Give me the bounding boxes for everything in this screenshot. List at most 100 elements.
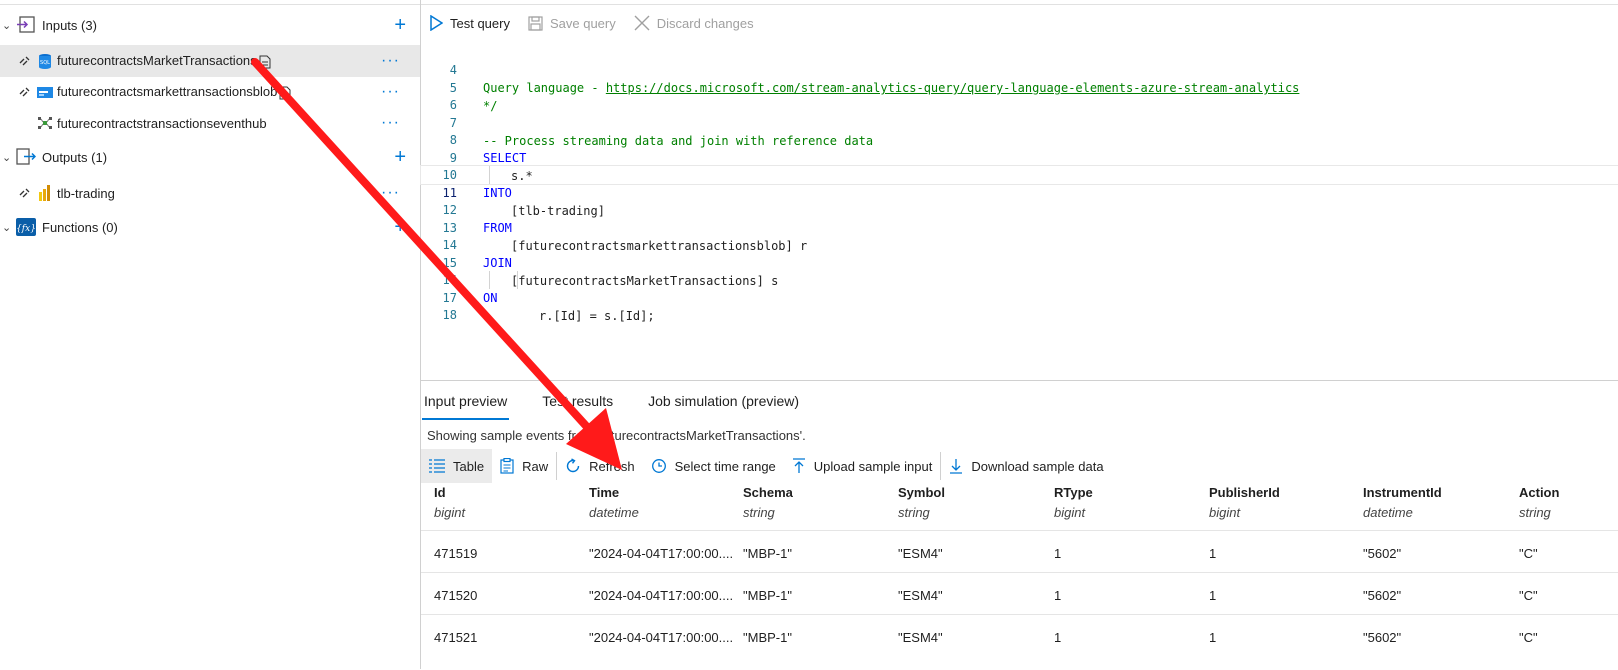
refresh-button[interactable]: Refresh [557, 449, 643, 483]
functions-group[interactable]: ⌄ {fx} Functions (0) + [0, 211, 420, 243]
column-header[interactable]: Symbol [898, 485, 945, 500]
power-bi-icon [39, 185, 50, 201]
table-row[interactable]: 471521 "2024-04-04T17:00:00.... "MBP-1" … [421, 614, 1618, 657]
table-header-row: Id bigint Time datetime Schema string Sy… [421, 485, 1618, 527]
code-line: 9 s.* [449, 151, 533, 183]
clock-icon [651, 459, 666, 473]
table-row[interactable]: 471520 "2024-04-04T17:00:00.... "MBP-1" … [421, 572, 1618, 615]
event-hub-icon [38, 117, 52, 129]
query-toolbar: Test query Save query Discard changes [421, 4, 1618, 41]
sample-events-caption: Showing sample events from 'futurecontra… [427, 428, 806, 443]
outputs-group[interactable]: ⌄ Outputs (1) + [0, 141, 420, 173]
functions-group-label: Functions (0) [42, 219, 118, 235]
save-icon [528, 15, 543, 31]
outputs-group-label: Outputs (1) [42, 149, 108, 165]
column-type: bigint [1054, 505, 1086, 520]
table-cell: "C" [1519, 546, 1538, 561]
file-icon [279, 86, 291, 100]
tab-input-preview[interactable]: Input preview [421, 385, 510, 420]
divider [0, 4, 420, 5]
link-icon [19, 188, 30, 198]
table-row[interactable]: 471519 "2024-04-04T17:00:00.... "MBP-1" … [421, 530, 1618, 573]
input-item-label: futurecontractsmarkettransactionsblob [57, 84, 291, 100]
link-icon [19, 56, 30, 66]
more-options-button[interactable]: ··· [381, 52, 400, 70]
indent-guide [489, 166, 490, 184]
table-cell: "5602" [1363, 546, 1402, 561]
column-type: string [898, 505, 930, 520]
add-function-button[interactable]: + [394, 217, 406, 237]
select-time-range-button[interactable]: Select time range [643, 449, 784, 483]
chevron-down-icon[interactable]: ⌄ [2, 151, 11, 164]
code-line: 10 INTO [442, 168, 512, 200]
column-header[interactable]: PublisherId [1209, 485, 1280, 500]
download-sample-data-button[interactable]: Download sample data [941, 449, 1111, 483]
table-cell: "2024-04-04T17:00:00.... [589, 630, 734, 645]
tab-test-results[interactable]: Test results [542, 385, 613, 417]
table-cell: "ESM4" [898, 588, 943, 603]
svg-text:{fx}: {fx} [16, 224, 36, 234]
table-cell: 1 [1209, 588, 1217, 603]
discard-changes-label: Discard changes [656, 15, 754, 31]
more-options-button[interactable]: ··· [381, 114, 400, 132]
chevron-down-icon[interactable]: ⌄ [2, 221, 11, 234]
results-tabs: Input preview Test results Job simulatio… [421, 381, 1618, 421]
code-line: 14 JOIN [442, 238, 512, 270]
more-options-button[interactable]: ··· [381, 83, 400, 101]
input-item[interactable]: SQL futurecontractsMarketTransactions ··… [0, 45, 420, 77]
indent-guide [517, 271, 518, 289]
table-cell: 1 [1209, 546, 1217, 561]
column-type: string [743, 505, 775, 520]
table-cell: "2024-04-04T17:00:00.... [589, 588, 734, 603]
discard-changes-button[interactable]: Discard changes [634, 15, 754, 31]
column-header[interactable]: Schema [743, 485, 793, 500]
table-cell: "C" [1519, 630, 1538, 645]
table-icon [429, 459, 445, 473]
add-input-button[interactable]: + [394, 15, 406, 35]
sql-database-icon: SQL [39, 54, 51, 69]
table-view-button[interactable]: Table [421, 449, 493, 483]
raw-view-button[interactable]: Raw [492, 449, 556, 483]
column-type: bigint [434, 505, 466, 520]
table-cell: "MBP-1" [743, 630, 792, 645]
code-line: 15 [futurecontractsMarketTransactions] s [442, 256, 779, 288]
table-cell: 1 [1054, 588, 1062, 603]
storage-blob-icon [37, 87, 53, 98]
column-header[interactable]: Action [1519, 485, 1559, 500]
add-output-button[interactable]: + [394, 147, 406, 167]
column-header[interactable]: InstrumentId [1363, 485, 1442, 500]
tab-job-simulation[interactable]: Job simulation (preview) [648, 385, 799, 417]
code-line: 8 SELECT [449, 133, 527, 165]
output-item[interactable]: tlb-trading ··· [0, 177, 420, 209]
code-line: 7 -- Process streaming data and join wit… [449, 116, 874, 148]
save-query-button[interactable]: Save query [528, 16, 616, 31]
column-header[interactable]: Time [589, 485, 619, 500]
query-editor[interactable]: 4 Query language - https://docs.microsof… [420, 40, 1618, 380]
input-item[interactable]: futurecontractstransactionseventhub ··· [0, 107, 420, 139]
more-options-button[interactable]: ··· [381, 184, 400, 202]
inputs-group[interactable]: ⌄ Inputs (3) + [0, 9, 420, 41]
function-icon: {fx} [16, 218, 36, 236]
code-line: 5 */ [449, 81, 498, 113]
table-cell: 1 [1054, 630, 1062, 645]
column-header[interactable]: RType [1054, 485, 1093, 500]
table-cell: "MBP-1" [743, 546, 792, 561]
code-line: 18 [442, 308, 457, 322]
svg-text:SQL: SQL [40, 60, 50, 66]
column-header[interactable]: Id [434, 485, 446, 500]
input-item[interactable]: futurecontractsmarkettransactionsblob ··… [0, 76, 420, 108]
link-icon [19, 87, 30, 97]
test-query-button[interactable]: Test query [429, 15, 510, 31]
download-icon [950, 459, 963, 474]
play-icon [430, 15, 443, 31]
column-type: bigint [1209, 505, 1241, 520]
column-type: datetime [1363, 505, 1413, 520]
code-line: 12 FROM [442, 203, 512, 235]
upload-sample-input-button[interactable]: Upload sample input [784, 449, 941, 483]
table-cell: "2024-04-04T17:00:00.... [589, 546, 734, 561]
code-line: 17 r.[Id] = s.[Id]; [442, 291, 655, 323]
table-cell: "ESM4" [898, 546, 943, 561]
chevron-down-icon[interactable]: ⌄ [2, 19, 11, 32]
code-line-current: 11 [tlb-trading] [420, 165, 1618, 218]
upload-icon [792, 458, 805, 473]
